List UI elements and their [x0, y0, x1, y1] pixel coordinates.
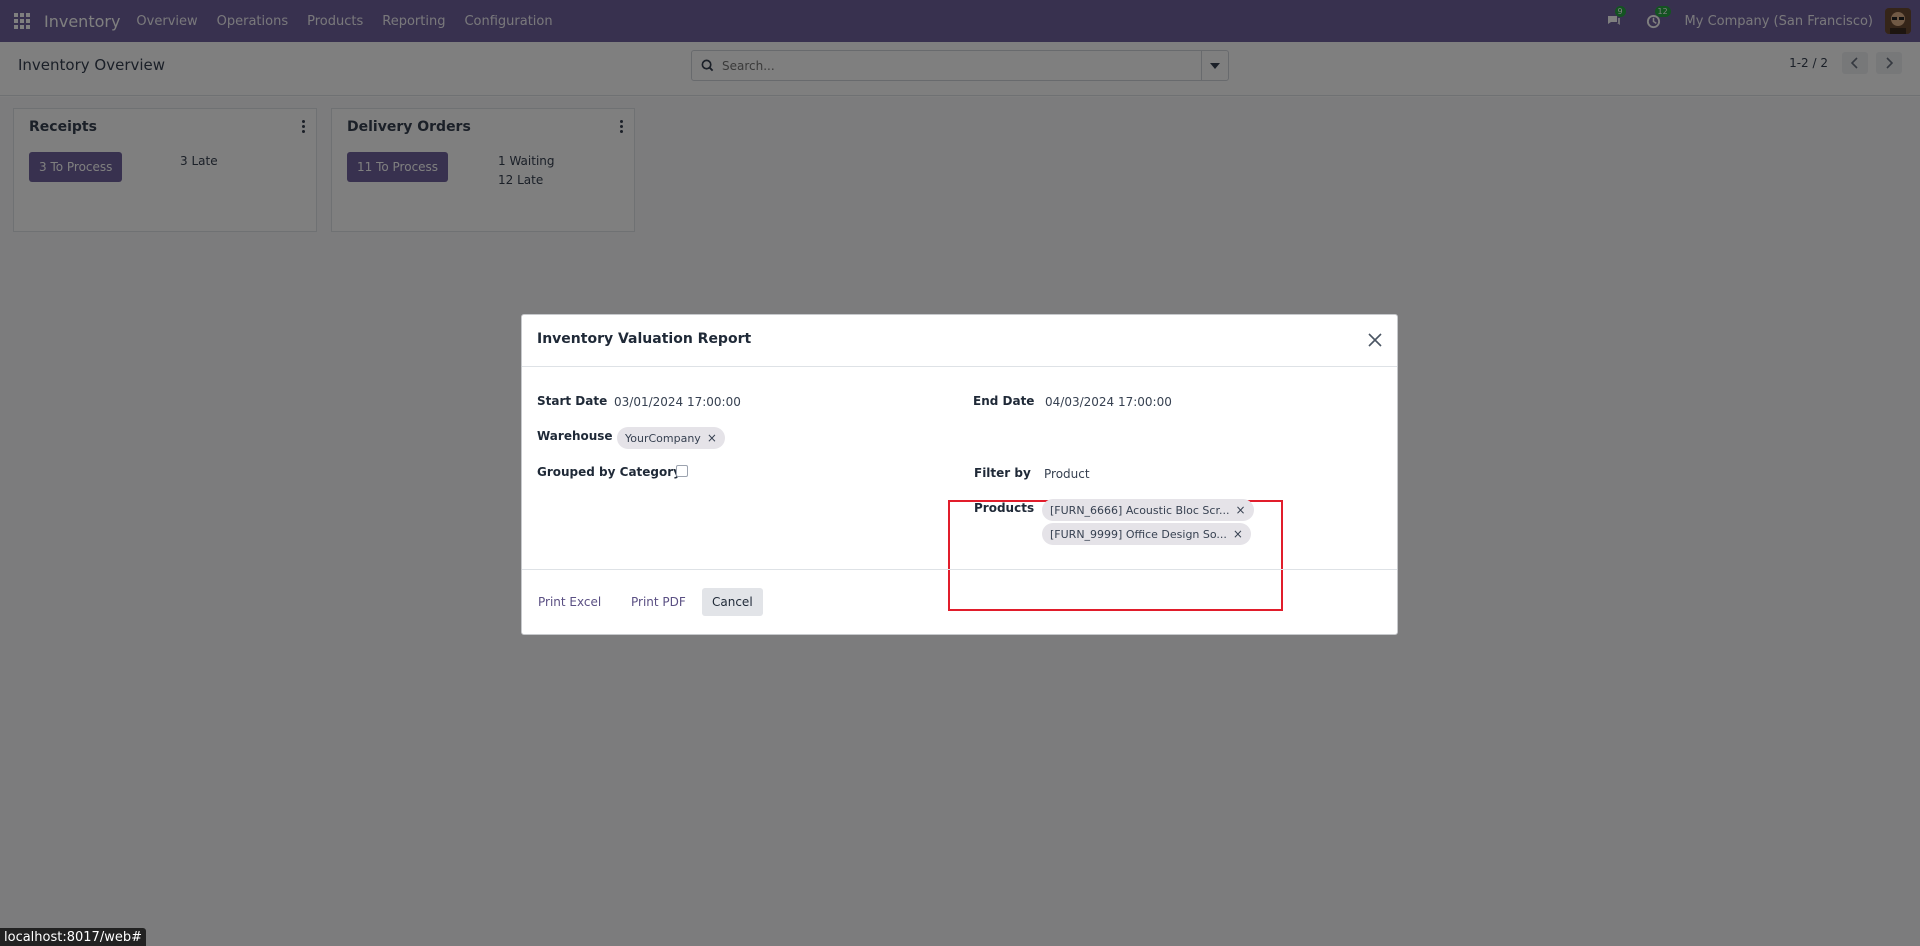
grouped-by-category-label: Grouped by Category	[537, 465, 681, 479]
cancel-button[interactable]: Cancel	[702, 588, 763, 616]
end-date-label: End Date	[973, 394, 1035, 408]
inventory-valuation-dialog: Inventory Valuation Report Start Date 03…	[521, 314, 1398, 635]
remove-tag-icon[interactable]: ×	[1233, 527, 1243, 541]
start-date-label: Start Date	[537, 394, 608, 408]
end-date-field[interactable]: 04/03/2024 17:00:00	[1045, 395, 1172, 409]
close-icon[interactable]	[1366, 331, 1384, 349]
product-tag-label: [FURN_9999] Office Design So...	[1050, 527, 1227, 541]
modal-footer: Print Excel Print PDF Cancel	[522, 569, 1397, 634]
filter-by-select[interactable]: Product	[1044, 467, 1090, 481]
warehouse-label: Warehouse	[537, 429, 613, 443]
print-pdf-button[interactable]: Print PDF	[621, 588, 696, 616]
filter-by-label: Filter by	[974, 466, 1031, 480]
grouped-by-category-checkbox[interactable]	[676, 465, 688, 477]
product-tag[interactable]: [FURN_9999] Office Design So... ×	[1042, 523, 1251, 545]
print-excel-button[interactable]: Print Excel	[528, 588, 611, 616]
product-tag-label: [FURN_6666] Acoustic Bloc Scr...	[1050, 503, 1230, 517]
products-label: Products	[974, 501, 1035, 515]
modal-header: Inventory Valuation Report	[522, 315, 1397, 367]
status-url: localhost:8017/web#	[0, 928, 146, 946]
modal-body: Start Date 03/01/2024 17:00:00 End Date …	[522, 368, 1397, 611]
modal-title: Inventory Valuation Report	[537, 331, 752, 347]
warehouse-tag[interactable]: YourCompany ×	[617, 427, 725, 449]
product-tag[interactable]: [FURN_6666] Acoustic Bloc Scr... ×	[1042, 499, 1254, 521]
warehouse-tag-label: YourCompany	[625, 431, 701, 445]
remove-tag-icon[interactable]: ×	[707, 431, 717, 445]
remove-tag-icon[interactable]: ×	[1235, 503, 1245, 517]
start-date-field[interactable]: 03/01/2024 17:00:00	[614, 395, 741, 409]
